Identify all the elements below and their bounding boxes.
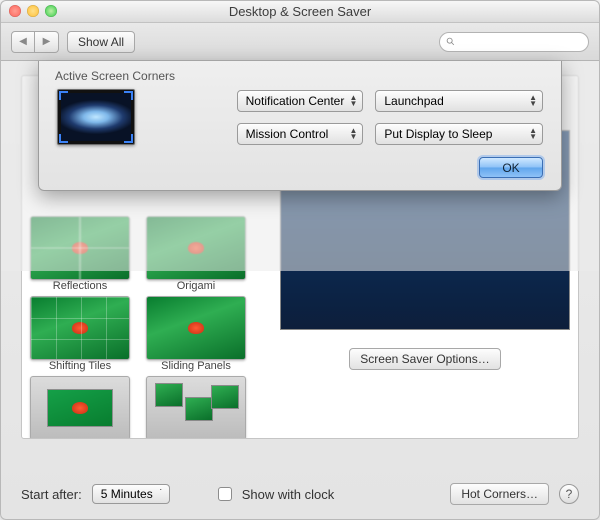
list-item[interactable]: Sliding Panels <box>146 296 246 372</box>
zoom-icon[interactable] <box>45 5 57 17</box>
show-clock-checkbox[interactable] <box>218 487 232 501</box>
updown-icon: ▲▼ <box>529 95 537 107</box>
corner-marker-icon <box>59 134 68 143</box>
corners-grid: Notification Center▲▼ Launchpad▲▼ Missio… <box>57 89 543 145</box>
sheet-title: Active Screen Corners <box>55 69 543 83</box>
titlebar: Desktop & Screen Saver <box>1 1 599 23</box>
content: Reflections Origami Shifting Tiles Slidi… <box>1 61 599 519</box>
ok-button[interactable]: OK <box>479 157 543 178</box>
help-button[interactable]: ? <box>559 484 579 504</box>
show-clock-label: Show with clock <box>242 487 334 502</box>
galaxy-icon <box>61 93 131 141</box>
ladybug-icon <box>188 322 204 334</box>
monitor-icon <box>57 89 135 145</box>
search-field[interactable] <box>439 32 589 52</box>
saver-label: Origami <box>146 280 246 292</box>
corner-marker-icon <box>124 134 133 143</box>
minimize-icon[interactable] <box>27 5 39 17</box>
ladybug-icon <box>72 402 88 414</box>
window-title: Desktop & Screen Saver <box>1 1 599 23</box>
list-item[interactable]: Shifting Tiles <box>30 296 130 372</box>
show-all-button[interactable]: Show All <box>67 31 135 53</box>
corner-marker-icon <box>59 91 68 100</box>
updown-icon: ▲▼ <box>529 128 537 140</box>
updown-icon: ▲▼ <box>349 95 357 107</box>
saver-label: Shifting Tiles <box>30 360 130 372</box>
start-after-label: Start after: <box>21 487 82 502</box>
screensaver-options-button[interactable]: Screen Saver Options… <box>349 348 500 370</box>
close-icon[interactable] <box>9 5 21 17</box>
list-item[interactable]: Holiday Mobile <box>146 376 246 439</box>
forward-button[interactable]: ▶ <box>35 31 59 53</box>
traffic-lights <box>9 5 57 17</box>
list-item[interactable]: Photo Mobile <box>30 376 130 439</box>
footer: Start after: 5 Minutes Show with clock H… <box>21 483 579 505</box>
ladybug-icon <box>72 322 88 334</box>
corner-bottom-right-select[interactable]: Put Display to Sleep▲▼ <box>375 123 543 145</box>
saver-label: Reflections <box>30 280 130 292</box>
corner-top-left-select[interactable]: Notification Center▲▼ <box>237 90 364 112</box>
toolbar: ◀ ▶ Show All <box>1 23 599 61</box>
corner-bottom-left-select[interactable]: Mission Control▲▼ <box>237 123 364 145</box>
search-icon <box>446 36 455 47</box>
start-after-select[interactable]: 5 Minutes <box>92 484 170 504</box>
saver-label: Sliding Panels <box>146 360 246 372</box>
hot-corners-sheet: Active Screen Corners Notification Cente… <box>38 61 562 191</box>
corner-top-right-select[interactable]: Launchpad▲▼ <box>375 90 543 112</box>
search-input[interactable] <box>459 36 582 48</box>
hot-corners-button[interactable]: Hot Corners… <box>450 483 549 505</box>
updown-icon: ▲▼ <box>349 128 357 140</box>
nav-buttons: ◀ ▶ <box>11 31 59 53</box>
prefs-window: Desktop & Screen Saver ◀ ▶ Show All Refl… <box>0 0 600 520</box>
corner-marker-icon <box>124 91 133 100</box>
back-button[interactable]: ◀ <box>11 31 35 53</box>
